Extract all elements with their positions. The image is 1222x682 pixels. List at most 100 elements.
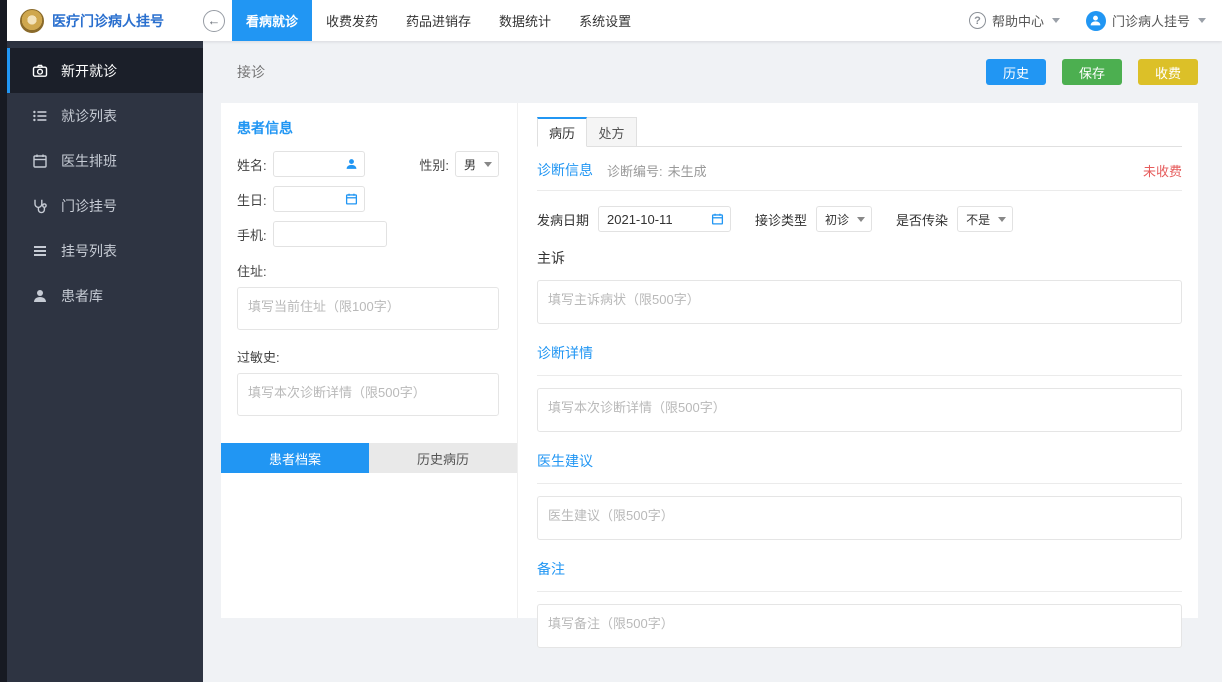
calendar-icon[interactable] xyxy=(345,193,358,206)
avatar xyxy=(1086,11,1106,31)
back-button[interactable]: ← xyxy=(203,10,225,32)
top-header: 医疗门诊病人挂号 ← 看病就诊 收费发药 药品进销存 数据统计 系统设置 ? 帮… xyxy=(7,0,1222,41)
nav-tab-label: 看病就诊 xyxy=(246,11,298,30)
diagnosis-info-link[interactable]: 诊断信息 xyxy=(537,160,593,180)
sidebar-item-label: 挂号列表 xyxy=(61,241,117,261)
patient-tabs: 患者档案 历史病历 xyxy=(221,443,517,473)
phone-row: 手机: xyxy=(237,221,499,247)
sidebar-item-label: 新开就诊 xyxy=(61,61,117,81)
rows-icon xyxy=(32,243,48,259)
list-icon xyxy=(32,108,48,124)
calendar-icon xyxy=(32,153,48,169)
patient-info-panel: 患者信息 姓名: 性别: 男 xyxy=(221,103,518,618)
sidebar-item-label: 患者库 xyxy=(61,286,103,306)
sidebar-item-visit-list[interactable]: 就诊列表 xyxy=(7,93,203,138)
sidebar-item-label: 医生排班 xyxy=(61,151,117,171)
visit-type-select[interactable]: 初诊 xyxy=(816,206,872,232)
sidebar-item-label: 就诊列表 xyxy=(61,106,117,126)
page-actions: 历史 保存 收费 xyxy=(986,59,1198,85)
name-gender-row: 姓名: 性别: 男 xyxy=(237,151,499,177)
visit-card: 患者信息 姓名: 性别: 男 xyxy=(221,103,1198,618)
main-content: 接诊 历史 保存 收费 患者信息 姓名: xyxy=(203,41,1222,682)
onset-row: 发病日期 接诊类型 初诊 是否传染 不是 xyxy=(537,206,1182,232)
camera-icon xyxy=(32,63,48,79)
name-label: 姓名: xyxy=(237,155,267,174)
doctor-advice-textarea[interactable] xyxy=(537,496,1182,540)
sidebar-item-register-list[interactable]: 挂号列表 xyxy=(7,228,203,273)
page-header: 接诊 历史 保存 收费 xyxy=(203,41,1222,103)
app-title: 医疗门诊病人挂号 xyxy=(52,11,164,31)
fee-status-badge: 未收费 xyxy=(1143,161,1182,180)
user-menu[interactable]: 门诊病人挂号 xyxy=(1086,11,1206,31)
nav-tab-drug-inventory[interactable]: 药品进销存 xyxy=(392,0,485,41)
chevron-down-icon xyxy=(1198,18,1206,23)
chevron-down-icon xyxy=(998,217,1006,222)
sidebar: 新开就诊 就诊列表 医生排班 门诊挂号 挂号列表 患者库 xyxy=(7,41,203,682)
brand: 医疗门诊病人挂号 xyxy=(7,9,203,33)
nav-tab-label: 数据统计 xyxy=(499,11,551,30)
chief-complaint-textarea[interactable] xyxy=(537,280,1182,324)
infectious-value: 不是 xyxy=(966,211,990,228)
allergy-label: 过敏史: xyxy=(237,347,499,366)
diagnosis-detail-textarea[interactable] xyxy=(537,388,1182,432)
charge-button[interactable]: 收费 xyxy=(1138,59,1198,85)
sidebar-item-outpatient-register[interactable]: 门诊挂号 xyxy=(7,183,203,228)
visit-type-value: 初诊 xyxy=(825,211,849,228)
onset-date-label: 发病日期 xyxy=(537,210,589,229)
record-tabs: 病历 处方 xyxy=(537,117,1182,147)
chevron-down-icon xyxy=(484,162,492,167)
chevron-down-icon xyxy=(857,217,865,222)
nav-tab-statistics[interactable]: 数据统计 xyxy=(485,0,565,41)
sidebar-item-new-visit[interactable]: 新开就诊 xyxy=(7,48,203,93)
sidebar-item-doctor-schedule[interactable]: 医生排班 xyxy=(7,138,203,183)
header-right: ? 帮助中心 门诊病人挂号 xyxy=(969,11,1222,31)
question-circle-icon: ? xyxy=(969,12,986,29)
medical-record-panel: 病历 处方 诊断信息 诊断编号: 未生成 未收费 发病日期 接诊类型 xyxy=(518,103,1198,618)
address-textarea[interactable] xyxy=(237,287,499,330)
chevron-down-icon xyxy=(1052,18,1060,23)
diagnosis-no-value: 未生成 xyxy=(668,161,707,180)
tab-medical-record[interactable]: 病历 xyxy=(537,117,587,147)
gender-label: 性别: xyxy=(419,155,449,174)
person-icon xyxy=(345,158,358,171)
visit-type-label: 接诊类型 xyxy=(755,210,807,229)
breadcrumb: 接诊 xyxy=(237,62,265,82)
save-button[interactable]: 保存 xyxy=(1062,59,1122,85)
nav-tab-settings[interactable]: 系统设置 xyxy=(565,0,645,41)
user-name-label: 门诊病人挂号 xyxy=(1112,11,1190,30)
sidebar-item-label: 门诊挂号 xyxy=(61,196,117,216)
calendar-icon[interactable] xyxy=(711,213,724,226)
birthday-label: 生日: xyxy=(237,190,267,209)
diagnosis-info-row: 诊断信息 诊断编号: 未生成 未收费 xyxy=(537,160,1182,191)
back-arrow-icon: ← xyxy=(208,13,221,28)
diagnosis-no-label: 诊断编号: xyxy=(607,161,663,180)
left-edge-strip xyxy=(0,0,7,682)
app-logo-icon xyxy=(20,9,44,33)
tab-prescription[interactable]: 处方 xyxy=(587,117,637,147)
help-center-menu[interactable]: ? 帮助中心 xyxy=(969,11,1060,30)
remark-textarea[interactable] xyxy=(537,604,1182,648)
phone-input[interactable] xyxy=(273,221,387,247)
patient-info-title: 患者信息 xyxy=(237,118,499,138)
gender-value: 男 xyxy=(464,156,476,173)
phone-label: 手机: xyxy=(237,225,267,244)
history-button[interactable]: 历史 xyxy=(986,59,1046,85)
user-icon xyxy=(1089,14,1102,27)
nav-tab-label: 收费发药 xyxy=(326,11,378,30)
diagnosis-detail-heading: 诊断详情 xyxy=(537,343,1182,376)
person-icon xyxy=(32,288,48,304)
tab-patient-archive[interactable]: 患者档案 xyxy=(221,443,369,473)
sidebar-item-patient-db[interactable]: 患者库 xyxy=(7,273,203,318)
nav-tab-label: 系统设置 xyxy=(579,11,631,30)
stethoscope-icon xyxy=(32,198,48,214)
nav-tab-charge-dispense[interactable]: 收费发药 xyxy=(312,0,392,41)
gender-select[interactable]: 男 xyxy=(455,151,499,177)
allergy-textarea[interactable] xyxy=(237,373,499,416)
nav-tab-visit[interactable]: 看病就诊 xyxy=(232,0,312,41)
chief-complaint-heading: 主诉 xyxy=(537,248,1182,268)
infectious-select[interactable]: 不是 xyxy=(957,206,1013,232)
infectious-label: 是否传染 xyxy=(896,210,948,229)
top-nav: 看病就诊 收费发药 药品进销存 数据统计 系统设置 xyxy=(232,0,645,41)
nav-tab-label: 药品进销存 xyxy=(406,11,471,30)
tab-patient-history[interactable]: 历史病历 xyxy=(369,443,517,473)
